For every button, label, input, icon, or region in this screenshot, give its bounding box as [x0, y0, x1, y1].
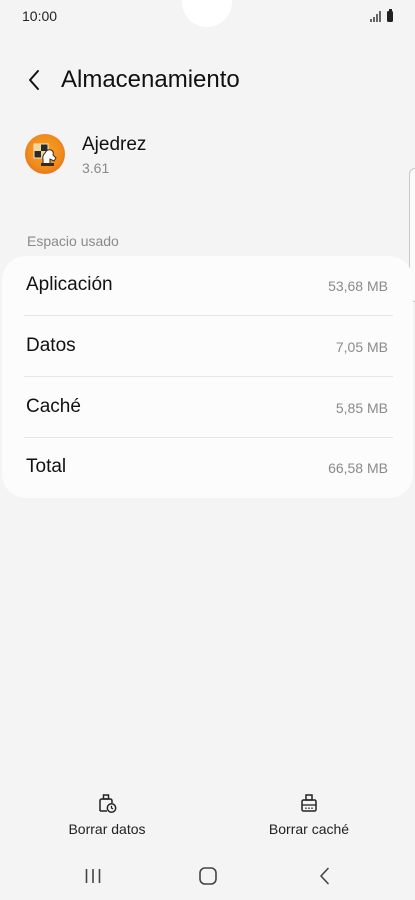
chess-app-icon: [25, 134, 65, 174]
navigation-bar: [0, 856, 415, 896]
row-label: Caché: [26, 396, 81, 417]
storage-card: Aplicación 53,68 MB Datos 7,05 MB Caché …: [2, 256, 413, 498]
app-info: Ajedrez 3.61: [0, 128, 415, 188]
chevron-left-icon: [29, 70, 39, 90]
storage-row-application: Aplicación 53,68 MB: [2, 256, 413, 316]
recents-icon: [85, 869, 101, 883]
home-button[interactable]: [188, 862, 228, 890]
status-bar: 10:00: [0, 0, 415, 34]
section-label: Espacio usado: [27, 233, 119, 249]
divider: [24, 315, 393, 316]
clear-cache-icon: [301, 794, 317, 812]
back-button[interactable]: [18, 64, 50, 96]
app-version: 3.61: [82, 160, 110, 176]
row-value: 66,58 MB: [328, 460, 388, 476]
row-value: 7,05 MB: [335, 339, 388, 355]
page-title: Almacenamiento: [61, 66, 240, 93]
phone-screen: 10:00 Almacenamiento Ajedrez 3.61 Espaci…: [0, 0, 415, 900]
row-value: 5,85 MB: [335, 400, 388, 416]
clear-data-button[interactable]: Borrar datos: [37, 786, 177, 842]
home-icon: [199, 867, 217, 885]
row-value: 53,68 MB: [328, 278, 388, 294]
storage-row-data: Datos 7,05 MB: [2, 317, 413, 377]
storage-row-total: Total 66,58 MB: [2, 438, 413, 498]
clear-data-icon: [99, 794, 117, 813]
row-label: Datos: [26, 335, 76, 356]
row-label: Aplicación: [26, 274, 113, 295]
battery-icon: [387, 8, 393, 22]
status-icons: [370, 8, 393, 23]
storage-row-cache: Caché 5,85 MB: [2, 378, 413, 438]
app-bar: Almacenamiento: [0, 58, 415, 104]
clear-data-label: Borrar datos: [68, 821, 146, 837]
divider: [24, 376, 393, 377]
status-time: 10:00: [22, 8, 58, 24]
clear-cache-label: Borrar caché: [268, 821, 350, 837]
clear-cache-button[interactable]: Borrar caché: [239, 786, 379, 842]
bottom-actions: Borrar datos Borrar caché: [0, 786, 415, 846]
app-name: Ajedrez: [82, 134, 147, 155]
camera-notch: [182, 0, 232, 27]
back-icon: [320, 867, 329, 885]
row-label: Total: [26, 456, 67, 477]
recents-button[interactable]: [73, 862, 113, 890]
signal-icon: [370, 10, 381, 22]
nav-back-button[interactable]: [305, 862, 345, 890]
